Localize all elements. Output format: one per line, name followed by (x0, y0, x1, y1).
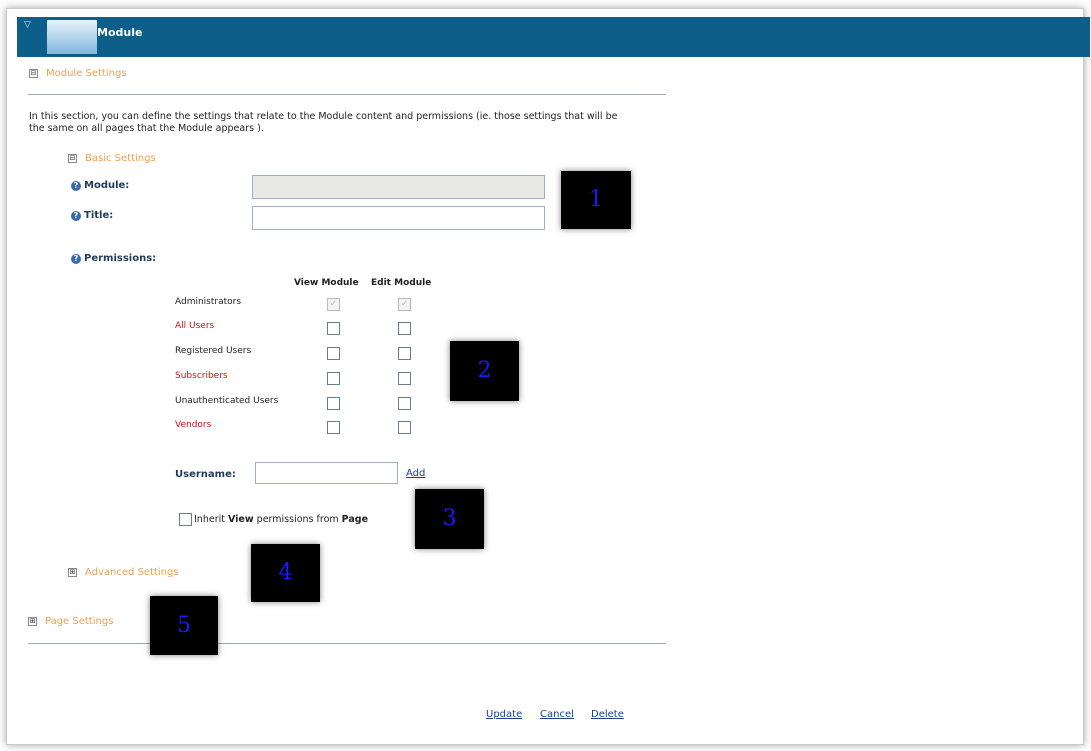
add-user-link[interactable]: Add (406, 468, 425, 479)
view-module-checkbox: ✓ (327, 298, 340, 311)
module-label-text: Module: (84, 180, 130, 191)
username-label: Username: (175, 469, 236, 480)
view-module-checkbox[interactable] (327, 347, 340, 360)
advanced-settings-heading: Advanced Settings (85, 567, 179, 578)
divider (28, 94, 666, 95)
page-settings-heading: Page Settings (45, 616, 114, 627)
help-icon[interactable]: ? (71, 254, 81, 264)
annotation-marker-1: 1 (561, 171, 631, 229)
permission-role-label: All Users (175, 321, 215, 331)
basic-settings-header[interactable]: ⊟ Basic Settings (68, 153, 156, 164)
advanced-settings-header[interactable]: ⊞ Advanced Settings (68, 567, 179, 578)
view-module-checkbox[interactable] (327, 421, 340, 434)
module-settings-heading: Module Settings (46, 68, 127, 79)
edit-module-checkbox[interactable] (398, 421, 411, 434)
edit-module-checkbox: ✓ (398, 298, 411, 311)
annotation-marker-3: 3 (415, 489, 484, 549)
header-logo (47, 20, 97, 54)
edit-module-checkbox[interactable] (398, 397, 411, 410)
annotation-marker-4: 4 (251, 544, 320, 602)
collapse-triangle-icon[interactable]: ▽ (24, 20, 31, 30)
module-header: ▽ Module (17, 17, 1090, 57)
view-module-checkbox[interactable] (327, 372, 340, 385)
permission-role-label: Subscribers (175, 371, 228, 381)
title-input[interactable] (252, 206, 545, 230)
inherit-permissions: Inherit View permissions from Page (179, 513, 368, 526)
module-label: ? Module: (71, 180, 129, 191)
view-module-column-header: View Module (294, 278, 359, 288)
annotation-marker-5: 5 (150, 596, 218, 655)
help-icon[interactable]: ? (71, 211, 81, 221)
permission-role-label: Administrators (175, 297, 242, 307)
permissions-label: ? Permissions: (71, 253, 156, 264)
permission-role-label: Registered Users (175, 346, 252, 356)
module-settings-header[interactable]: ⊟ Module Settings (29, 68, 127, 79)
collapse-icon[interactable]: ⊟ (68, 153, 77, 163)
page-settings-header[interactable]: ⊞ Page Settings (28, 616, 113, 627)
delete-link[interactable]: Delete (591, 709, 624, 720)
inherit-text-middle: permissions from (253, 514, 342, 525)
module-settings-intro: In this section, you can define the sett… (29, 111, 618, 134)
cancel-link[interactable]: Cancel (540, 709, 574, 720)
view-module-checkbox[interactable] (327, 322, 340, 335)
edit-module-checkbox[interactable] (398, 347, 411, 360)
expand-icon[interactable]: ⊞ (68, 567, 77, 577)
username-input[interactable] (255, 462, 398, 484)
title-label: ? Title: (71, 210, 113, 221)
permission-role-label: Vendors (175, 420, 212, 430)
edit-module-checkbox[interactable] (398, 322, 411, 335)
expand-icon[interactable]: ⊞ (28, 616, 37, 626)
inherit-text: Inherit (194, 514, 228, 525)
help-icon[interactable]: ? (71, 181, 81, 191)
permission-role-label: Unauthenticated Users (175, 396, 279, 406)
module-field (252, 175, 545, 199)
basic-settings-heading: Basic Settings (85, 153, 156, 164)
inherit-view-text: View (227, 514, 254, 525)
edit-module-column-header: Edit Module (371, 278, 432, 288)
annotation-marker-2: 2 (450, 341, 519, 401)
update-link[interactable]: Update (486, 709, 522, 720)
inherit-page-text: Page (341, 514, 369, 525)
view-module-checkbox[interactable] (327, 397, 340, 410)
title-label-text: Title: (84, 210, 114, 221)
inherit-permissions-checkbox[interactable] (179, 513, 192, 526)
edit-module-checkbox[interactable] (398, 372, 411, 385)
module-header-title: Module (97, 26, 143, 39)
permissions-label-text: Permissions: (84, 253, 157, 264)
divider (28, 643, 666, 644)
collapse-icon[interactable]: ⊟ (29, 68, 38, 78)
